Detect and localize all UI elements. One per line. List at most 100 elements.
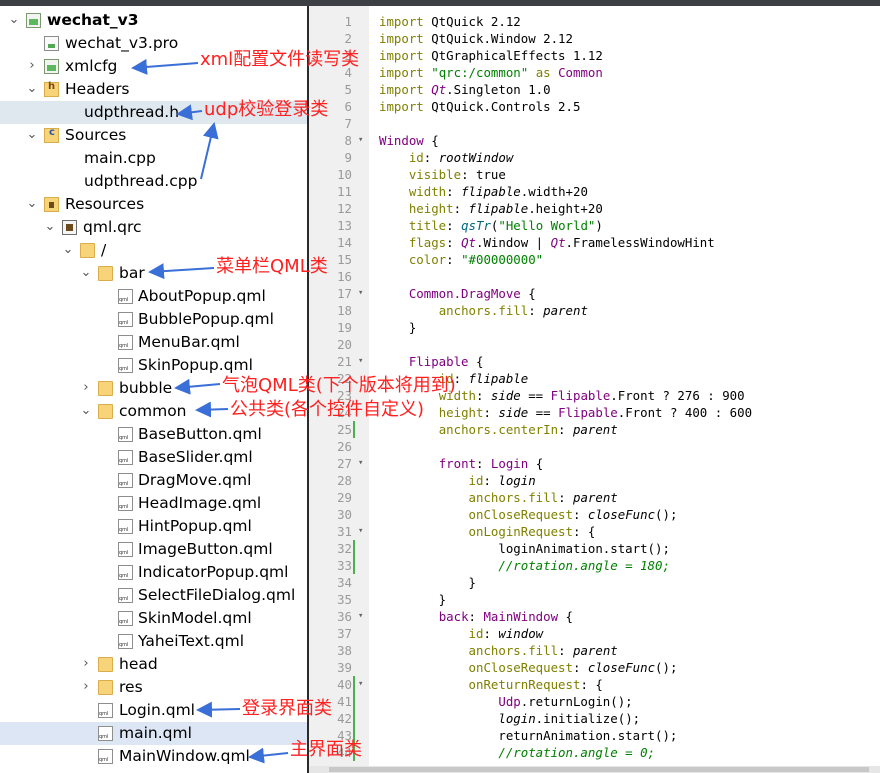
tree-item[interactable]: BaseSlider.qml — [0, 446, 307, 469]
tree-item[interactable]: HeadImage.qml — [0, 492, 307, 515]
tree-item[interactable]: AboutPopup.qml — [0, 285, 307, 308]
tree-item[interactable]: MainWindow.qml — [0, 745, 307, 768]
code-line[interactable]: 41 Udp.returnLogin(); — [309, 693, 880, 710]
code-line[interactable]: 16 — [309, 268, 880, 285]
tree-item[interactable]: main.qml — [0, 722, 307, 745]
fold-toggle-icon[interactable]: ▾ — [358, 523, 363, 540]
tree-item-label: bubble — [119, 379, 173, 397]
tree-item[interactable]: DragMove.qml — [0, 469, 307, 492]
chevron-right-icon[interactable]: › — [80, 377, 92, 400]
code-line[interactable]: 26 — [309, 438, 880, 455]
code-text: id: login — [468, 473, 536, 488]
code-line[interactable]: 2 import QtQuick.Window 2.12 — [309, 30, 880, 47]
code-line[interactable]: 42 login.initialize(); — [309, 710, 880, 727]
code-line[interactable]: 27 ▾ front: Login { — [309, 455, 880, 472]
tree-item[interactable]: YaheiText.qml — [0, 630, 307, 653]
code-line[interactable]: 43 returnAnimation.start(); — [309, 727, 880, 744]
code-line[interactable]: 44 //rotation.angle = 0; — [309, 744, 880, 761]
change-marker — [353, 540, 355, 557]
code-line[interactable]: 34 } — [309, 574, 880, 591]
code-line[interactable]: 12 height: flipable.height+20 — [309, 200, 880, 217]
code-line[interactable]: 33 //rotation.angle = 180; — [309, 557, 880, 574]
tree-item[interactable]: BaseButton.qml — [0, 423, 307, 446]
code-line[interactable]: 36 ▾ back: MainWindow { — [309, 608, 880, 625]
chevron-down-icon[interactable]: ⌄ — [26, 78, 38, 101]
tree-item[interactable]: › res — [0, 676, 307, 699]
code-line[interactable]: 25 anchors.centerIn: parent — [309, 421, 880, 438]
chevron-down-icon[interactable]: ⌄ — [44, 216, 56, 239]
code-line[interactable]: 30 onCloseRequest: closeFunc(); — [309, 506, 880, 523]
tree-item[interactable]: IndicatorPopup.qml — [0, 561, 307, 584]
fold-toggle-icon[interactable]: ▾ — [358, 353, 363, 370]
tree-item[interactable]: udpthread.cpp — [0, 170, 307, 193]
chevron-right-icon[interactable]: › — [80, 653, 92, 676]
horizontal-scrollbar[interactable] — [309, 766, 880, 773]
tree-item[interactable]: ⌄ Resources — [0, 193, 307, 216]
tree-item-label: MainWindow.qml — [119, 747, 250, 765]
code-line[interactable]: 4 import "qrc:/common" as Common — [309, 64, 880, 81]
tree-item[interactable]: ⌄ qml.qrc — [0, 216, 307, 239]
code-line[interactable]: 7 — [309, 115, 880, 132]
code-line[interactable]: 14 flags: Qt.Window | Qt.FramelessWindow… — [309, 234, 880, 251]
fold-toggle-icon[interactable]: ▾ — [358, 455, 363, 472]
fold-toggle-icon[interactable]: ▾ — [358, 285, 363, 302]
code-line[interactable]: 18 anchors.fill: parent — [309, 302, 880, 319]
code-line[interactable]: 3 import QtGraphicalEffects 1.12 — [309, 47, 880, 64]
tree-item[interactable]: ⌄ Sources — [0, 124, 307, 147]
chevron-down-icon[interactable]: ⌄ — [80, 262, 92, 285]
code-text: import QtQuick.Controls 2.5 — [379, 99, 581, 114]
code-line[interactable]: 21 ▾ Flipable { — [309, 353, 880, 370]
code-line[interactable]: 40 ▾ onReturnRequest: { — [309, 676, 880, 693]
code-line[interactable]: 38 anchors.fill: parent — [309, 642, 880, 659]
code-line[interactable]: 39 onCloseRequest: closeFunc(); — [309, 659, 880, 676]
code-line[interactable]: 6 import QtQuick.Controls 2.5 — [309, 98, 880, 115]
tree-item[interactable]: ⌄ wechat_v3 — [0, 9, 307, 32]
chevron-right-icon[interactable]: › — [26, 55, 38, 78]
code-line[interactable]: 10 visible: true — [309, 166, 880, 183]
line-number: 29 — [337, 490, 352, 505]
code-line[interactable]: 35 } — [309, 591, 880, 608]
code-line[interactable]: 8 ▾ Window { — [309, 132, 880, 149]
line-number: 19 — [337, 320, 352, 335]
tree-item[interactable]: ImageButton.qml — [0, 538, 307, 561]
line-number: 28 — [337, 473, 352, 488]
tree-item[interactable]: SkinPopup.qml — [0, 354, 307, 377]
chevron-down-icon[interactable]: ⌄ — [8, 9, 20, 32]
code-line[interactable]: 1 import QtQuick 2.12 — [309, 13, 880, 30]
chevron-right-icon[interactable]: › — [80, 676, 92, 699]
chevron-down-icon[interactable]: ⌄ — [26, 193, 38, 216]
tree-item[interactable]: MenuBar.qml — [0, 331, 307, 354]
tree-item[interactable]: main.cpp — [0, 147, 307, 170]
tree-item-label: HeadImage.qml — [138, 494, 262, 512]
code-line[interactable]: 9 id: rootWindow — [309, 149, 880, 166]
fold-toggle-icon[interactable]: ▾ — [358, 132, 363, 149]
tree-item[interactable]: › head — [0, 653, 307, 676]
scrollbar-thumb[interactable] — [329, 767, 869, 772]
fold-toggle-icon[interactable]: ▾ — [358, 676, 363, 693]
chevron-down-icon[interactable]: ⌄ — [62, 239, 74, 262]
code-line[interactable]: 5 import Qt.Singleton 1.0 — [309, 81, 880, 98]
code-line[interactable]: 15 color: "#00000000" — [309, 251, 880, 268]
code-line[interactable]: 32 loginAnimation.start(); — [309, 540, 880, 557]
tree-item[interactable]: SelectFileDialog.qml — [0, 584, 307, 607]
code-line[interactable]: 17 ▾ Common.DragMove { — [309, 285, 880, 302]
code-line[interactable]: 31 ▾ onLoginRequest: { — [309, 523, 880, 540]
code-line[interactable]: 20 — [309, 336, 880, 353]
tree-item[interactable]: HintPopup.qml — [0, 515, 307, 538]
code-line[interactable]: 28 id: login — [309, 472, 880, 489]
tree-item[interactable]: SkinModel.qml — [0, 607, 307, 630]
code-line[interactable]: 11 width: flipable.width+20 — [309, 183, 880, 200]
code-line[interactable]: 13 title: qsTr("Hello World") — [309, 217, 880, 234]
code-text: width: flipable.width+20 — [408, 184, 588, 199]
tree-item[interactable]: BubblePopup.qml — [0, 308, 307, 331]
fold-toggle-icon[interactable]: ▾ — [358, 608, 363, 625]
tree-item-label: YaheiText.qml — [138, 632, 245, 650]
chevron-down-icon[interactable]: ⌄ — [26, 124, 38, 147]
code-line[interactable]: 37 id: window — [309, 625, 880, 642]
tree-item-label: BaseButton.qml — [138, 425, 262, 443]
tree-item[interactable]: ⌄ Headers — [0, 78, 307, 101]
code-line[interactable]: 29 anchors.fill: parent — [309, 489, 880, 506]
chevron-down-icon[interactable]: ⌄ — [80, 400, 92, 423]
code-line[interactable]: 19 } — [309, 319, 880, 336]
pro-file-icon — [44, 36, 59, 51]
